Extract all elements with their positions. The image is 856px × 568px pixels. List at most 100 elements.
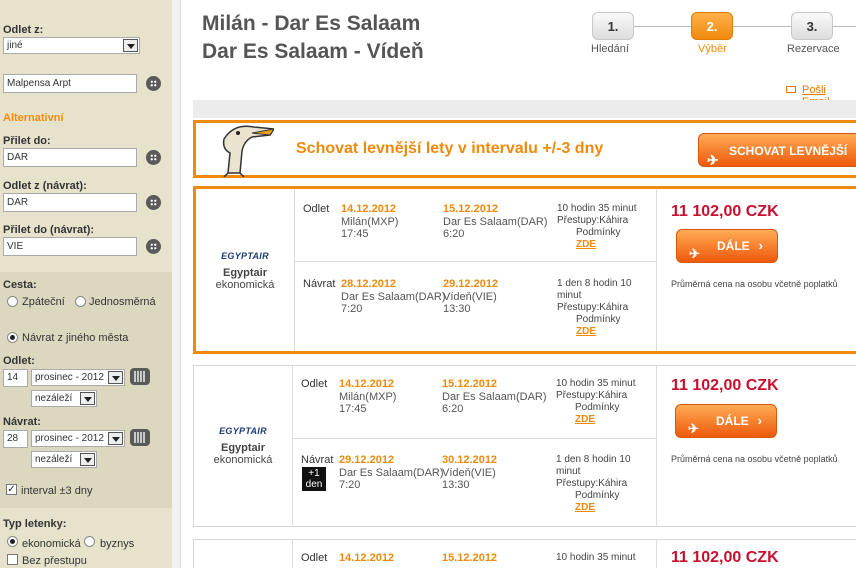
odlet-month-select[interactable]: prosinec - 2012 bbox=[31, 369, 125, 386]
outbound-dir: Odlet bbox=[301, 378, 328, 390]
bez-prestupu-checkbox[interactable] bbox=[7, 554, 18, 565]
duration-cont: minut bbox=[557, 290, 582, 301]
pelican-mascot-icon bbox=[222, 125, 274, 177]
sidebar-gap bbox=[172, 0, 180, 568]
dep-time: 7:20 bbox=[339, 479, 361, 491]
step-1-label: Hledání bbox=[591, 43, 629, 55]
navrat-day-field[interactable]: 28 bbox=[3, 430, 28, 448]
return-dir: Návrat bbox=[301, 454, 334, 466]
arr-place: Dar Es Salaam(DAR) bbox=[443, 216, 548, 228]
odlet-month-value: prosinec - 2012 bbox=[35, 372, 104, 383]
destination-lookup-button[interactable] bbox=[146, 150, 161, 165]
arr-place: Vídeň(VIE) bbox=[443, 291, 497, 303]
destination-field[interactable]: DAR bbox=[3, 148, 137, 167]
origin-airport-field[interactable]: Malpensa Arpt bbox=[3, 74, 137, 93]
airplane-icon: ✈ bbox=[688, 421, 699, 436]
divider bbox=[656, 540, 657, 568]
origin-lookup-button[interactable] bbox=[146, 76, 161, 91]
radio-byznys[interactable] bbox=[84, 536, 95, 547]
cesta-label: Cesta: bbox=[3, 279, 37, 291]
step-connector bbox=[833, 26, 856, 27]
interval-checkbox[interactable]: ✓ bbox=[6, 484, 17, 495]
continue-label: DÁLE bbox=[716, 414, 749, 428]
duration: 1 den 8 hodin 10 bbox=[556, 454, 631, 465]
hide-cheaper-flights-button[interactable]: ✈ SCHOVAT LEVNĚJŠÍ LETY bbox=[698, 133, 856, 192]
conditions-link[interactable]: ZDE bbox=[575, 502, 595, 513]
conditions-label: Podmínky bbox=[575, 490, 620, 501]
odlet-day-field[interactable]: 14 bbox=[3, 369, 28, 387]
chevron-down-icon bbox=[108, 371, 123, 384]
next-day-plus: +1 bbox=[308, 468, 320, 479]
transfer: Přestupy:Káhira bbox=[556, 390, 628, 401]
return-origin-field[interactable]: DAR bbox=[3, 193, 137, 212]
outbound-dir: Odlet bbox=[301, 552, 328, 564]
odlet-calendar-button[interactable] bbox=[130, 368, 150, 385]
airline-name: Egyptair bbox=[222, 267, 267, 279]
odlet-z-label: Odlet z: bbox=[3, 24, 44, 36]
conditions-link[interactable]: ZDE bbox=[575, 414, 595, 425]
flight-price: 11 102,00 CZK bbox=[671, 203, 779, 220]
arr-date: 30.12.2012 bbox=[442, 454, 498, 466]
ekonomicka-label: ekonomická bbox=[22, 538, 81, 550]
dep-date: 28.12.2012 bbox=[341, 278, 397, 290]
step-2-label: Výběr bbox=[698, 43, 727, 55]
promo-text: Schovat levnější lety v intervalu +/-3 d… bbox=[296, 140, 604, 157]
step-1-hledani[interactable]: 1. bbox=[592, 12, 634, 40]
odlet-label: Odlet: bbox=[3, 355, 35, 367]
conditions-link[interactable]: ZDE bbox=[576, 239, 596, 250]
continue-button[interactable]: ✈ DÁLE › bbox=[676, 229, 778, 263]
airline-info: EGYPTAIR Egyptair ekonomická bbox=[196, 251, 294, 291]
radio-ekonomicka[interactable] bbox=[7, 536, 18, 547]
odlet-navrat-label: Odlet z (návrat): bbox=[3, 180, 87, 192]
flight-price: 11 102,00 CZK bbox=[671, 549, 779, 566]
flight-result-card[interactable]: Odlet 14.12.2012 15.12.2012 10 hodin 35 … bbox=[193, 539, 856, 568]
dep-place: Milán(MXP) bbox=[341, 216, 399, 228]
step-connector bbox=[634, 26, 692, 27]
transfer: Přestupy:Káhira bbox=[557, 302, 629, 313]
divider bbox=[180, 0, 181, 568]
airplane-icon: ✈ bbox=[707, 152, 719, 168]
arr-date: 15.12.2012 bbox=[442, 378, 498, 390]
return-origin-lookup-button[interactable] bbox=[146, 195, 161, 210]
arr-time: 6:20 bbox=[442, 403, 464, 415]
radio-navrat-jineho[interactable] bbox=[7, 332, 18, 343]
origin-select[interactable]: jiné bbox=[3, 37, 140, 54]
radio-zpatecni[interactable] bbox=[7, 296, 18, 307]
navrat-time-value: nezáleží bbox=[35, 454, 73, 465]
navrat-month-value: prosinec - 2012 bbox=[35, 433, 104, 444]
radio-jednosmerna[interactable] bbox=[75, 296, 86, 307]
flight-result-card[interactable]: EGYPTAIR Egyptair ekonomická Odlet 14.12… bbox=[193, 186, 856, 354]
arr-place: Vídeň(VIE) bbox=[442, 467, 496, 479]
zpatecni-label: Zpáteční bbox=[22, 296, 65, 308]
navrat-calendar-button[interactable] bbox=[130, 429, 150, 446]
continue-button[interactable]: ✈ DÁLE › bbox=[675, 404, 777, 438]
navrat-month-select[interactable]: prosinec - 2012 bbox=[31, 430, 125, 447]
route-outbound-title: Milán - Dar Es Salaam bbox=[202, 12, 421, 35]
return-dir: Návrat bbox=[303, 278, 336, 290]
return-destination-field[interactable]: VIE bbox=[3, 237, 137, 256]
transfer: Přestupy:Káhira bbox=[556, 478, 628, 489]
egyptair-logo: EGYPTAIR bbox=[219, 426, 267, 436]
chevron-right-icon: › bbox=[757, 413, 762, 428]
odlet-time-select[interactable]: nezáleží bbox=[31, 390, 97, 407]
duration: 1 den 8 hodin 10 bbox=[557, 278, 632, 289]
divider bbox=[292, 366, 293, 526]
arr-date: 29.12.2012 bbox=[443, 278, 499, 290]
duration: 10 hodin 35 minut bbox=[556, 378, 636, 389]
chevron-down-icon bbox=[108, 432, 123, 445]
transfer: Přestupy:Káhira bbox=[557, 215, 629, 226]
duration: 10 hodin 35 minut bbox=[557, 203, 637, 214]
hide-cheaper-flights-label: SCHOVAT LEVNĚJŠÍ LETY bbox=[729, 144, 848, 192]
navrat-time-select[interactable]: nezáleží bbox=[31, 451, 97, 468]
avg-price-note: Průměrná cena na osobu včetně poplatků bbox=[671, 454, 838, 464]
alternativni-link[interactable]: Alternativní bbox=[3, 112, 64, 124]
page: Odlet z: jiné Malpensa Arpt Alternativní… bbox=[0, 0, 856, 568]
return-destination-lookup-button[interactable] bbox=[146, 239, 161, 254]
dep-date: 14.12.2012 bbox=[339, 552, 395, 564]
conditions-link[interactable]: ZDE bbox=[576, 326, 596, 337]
flight-result-card[interactable]: EGYPTAIR Egyptair ekonomická Odlet 14.12… bbox=[193, 365, 856, 527]
arr-time: 13:30 bbox=[443, 303, 471, 315]
dep-place: Dar Es Salaam(DAR) bbox=[341, 291, 446, 303]
step-3-rezervace: 3. bbox=[791, 12, 833, 40]
flight-price: 11 102,00 CZK bbox=[671, 377, 779, 394]
